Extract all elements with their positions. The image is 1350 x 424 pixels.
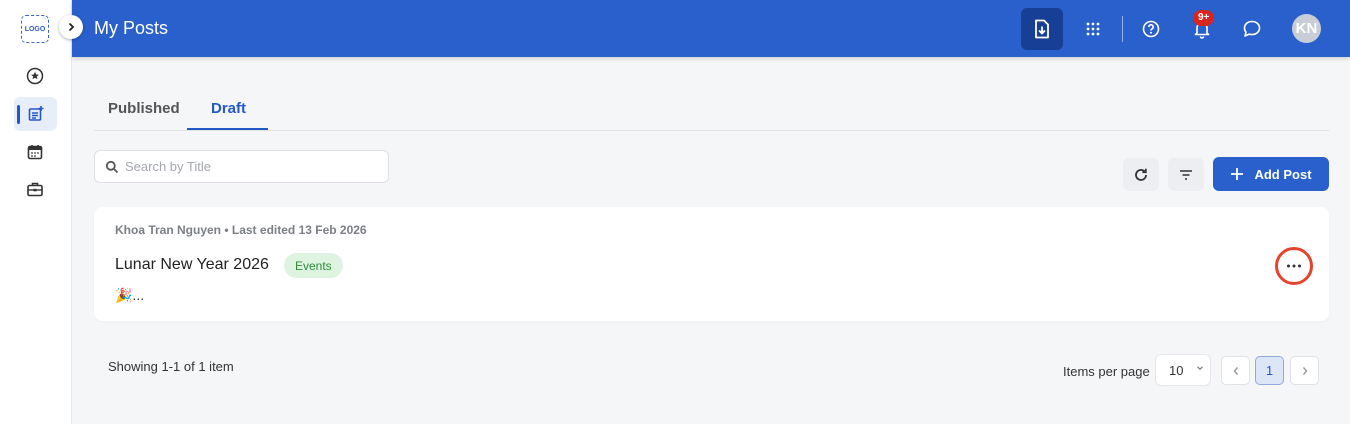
- briefcase-icon[interactable]: [24, 178, 46, 200]
- notification-badge: 9+: [1193, 10, 1215, 26]
- items-per-page-label: Items per page: [1063, 364, 1150, 379]
- download-button[interactable]: [1021, 8, 1063, 50]
- calendar-icon[interactable]: [24, 141, 46, 163]
- more-options-button[interactable]: [1275, 247, 1313, 285]
- page-button-current[interactable]: 1: [1255, 356, 1284, 385]
- logo: LOGO: [21, 15, 49, 43]
- search-icon: [105, 160, 119, 174]
- more-horizontal-icon: [1287, 264, 1301, 268]
- apps-button[interactable]: [1072, 8, 1114, 50]
- chat-button[interactable]: [1231, 8, 1273, 50]
- post-title[interactable]: Lunar New Year 2026: [115, 256, 269, 274]
- add-post-button[interactable]: Add Post: [1213, 157, 1329, 191]
- next-page-button[interactable]: [1290, 356, 1319, 385]
- active-indicator: [17, 105, 20, 124]
- user-avatar[interactable]: KN: [1292, 14, 1321, 43]
- post-add-icon[interactable]: [25, 103, 47, 125]
- sidebar: LOGO: [0, 0, 72, 424]
- star-circle-icon[interactable]: [24, 65, 46, 87]
- help-button[interactable]: [1130, 8, 1172, 50]
- top-bar: My Posts 9+ KN: [72, 0, 1350, 57]
- results-count: Showing 1-1 of 1 item: [108, 359, 234, 374]
- active-tab-indicator: [187, 128, 268, 130]
- refresh-icon: [1135, 168, 1147, 181]
- chat-bubble-icon: [1243, 20, 1261, 37]
- help-icon: [1142, 20, 1160, 38]
- chevron-left-icon: [1233, 366, 1238, 375]
- download-file-icon: [1035, 19, 1049, 39]
- post-excerpt: 🎉...: [115, 287, 145, 303]
- add-post-label: Add Post: [1254, 166, 1312, 182]
- post-card[interactable]: Khoa Tran Nguyen • Last edited 13 Feb 20…: [94, 207, 1329, 321]
- filter-button[interactable]: [1168, 158, 1204, 191]
- search-input[interactable]: [125, 151, 380, 182]
- chevron-right-icon: [68, 22, 75, 32]
- plus-icon: [1231, 168, 1244, 180]
- prev-page-button[interactable]: [1221, 356, 1250, 385]
- header-divider: [1122, 16, 1123, 42]
- category-tag: Events: [284, 253, 343, 278]
- tab-published[interactable]: Published: [108, 100, 180, 117]
- items-per-page-value: 10: [1169, 363, 1184, 378]
- page-title: My Posts: [94, 18, 169, 38]
- tab-draft[interactable]: Draft: [211, 100, 246, 117]
- tabs-divider: [94, 130, 1329, 131]
- refresh-button[interactable]: [1123, 158, 1159, 191]
- apps-grid-icon: [1086, 22, 1100, 36]
- chevron-down-icon: [1197, 366, 1203, 371]
- filter-icon: [1180, 169, 1192, 180]
- post-meta: Khoa Tran Nguyen • Last edited 13 Feb 20…: [115, 223, 367, 237]
- chevron-right-icon: [1302, 366, 1307, 375]
- search-box: [94, 150, 389, 183]
- items-per-page-select[interactable]: 10: [1155, 354, 1211, 386]
- sidebar-toggle-button[interactable]: [59, 15, 83, 39]
